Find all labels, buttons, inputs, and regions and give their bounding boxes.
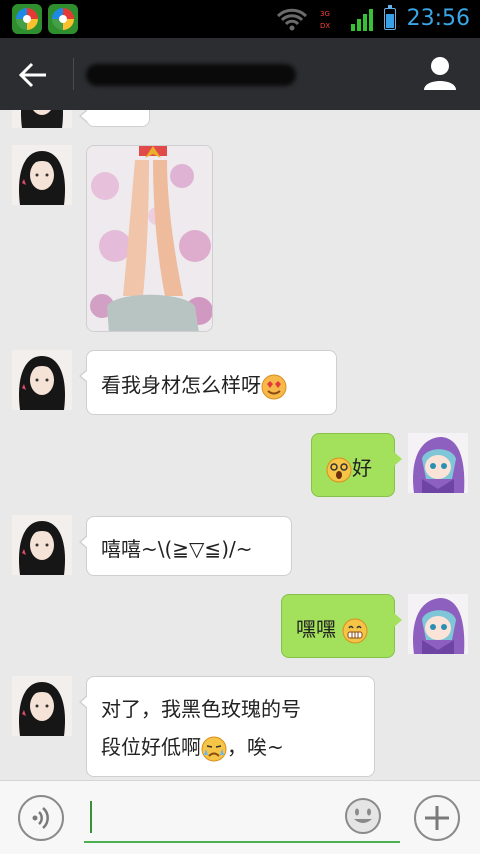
voice-icon xyxy=(32,807,49,829)
message-bubble[interactable]: 好 xyxy=(311,433,402,497)
voice-button[interactable] xyxy=(18,795,64,841)
dizzy-face-emoji-icon xyxy=(326,457,352,482)
message-bubble[interactable]: 看我身材怎么样呀 xyxy=(79,350,337,415)
app-store-icon xyxy=(48,4,78,34)
redacted-contact-name xyxy=(86,64,296,86)
my-avatar[interactable] xyxy=(408,594,468,654)
message-text-line2-start: 段位好低啊 xyxy=(101,735,201,759)
contact-avatar[interactable] xyxy=(12,145,72,205)
contact-avatar[interactable] xyxy=(12,676,72,736)
contact-avatar[interactable] xyxy=(12,515,72,575)
contact-avatar[interactable] xyxy=(12,350,72,410)
person-icon xyxy=(424,57,456,90)
message-text-line2-end: ，唉~ xyxy=(227,735,284,759)
message-text-line1: 对了，我黑色玫瑰的号 xyxy=(101,697,301,721)
text-caret xyxy=(90,801,92,833)
contact-avatar[interactable] xyxy=(12,110,72,128)
my-avatar[interactable] xyxy=(408,433,468,493)
network-type-label: DX xyxy=(320,22,331,30)
crying-emoji-icon xyxy=(201,736,227,761)
message-bubble[interactable]: 嘿嘿 xyxy=(281,594,402,658)
signal-icon xyxy=(351,9,373,31)
chat-header xyxy=(0,38,480,110)
message-bubble[interactable] xyxy=(79,110,150,127)
message-text: 嘻嘻~\(≧▽≦)/~ xyxy=(101,537,253,561)
smiley-icon xyxy=(345,798,381,834)
message-text: 看我身材怎么样呀 xyxy=(101,373,261,397)
plus-icon xyxy=(425,806,449,830)
more-options-button[interactable] xyxy=(414,795,460,841)
contact-profile-button[interactable] xyxy=(420,54,460,94)
network-type-label: 3G xyxy=(320,10,330,18)
wifi-icon xyxy=(276,8,308,31)
status-bar: 3G DX 23:56 xyxy=(0,0,480,38)
heart-eyes-emoji-icon xyxy=(261,374,287,399)
back-button[interactable] xyxy=(14,60,54,90)
shared-photo[interactable] xyxy=(86,145,213,332)
arrow-left-icon xyxy=(18,62,46,88)
battery-icon xyxy=(384,5,396,30)
message-text: 好 xyxy=(352,456,372,480)
message-bubble[interactable]: 对了，我黑色玫瑰的号 段位好低啊 ，唉~ xyxy=(79,676,375,777)
message-text: 嘿嘿 xyxy=(296,617,336,641)
emoji-button[interactable] xyxy=(344,797,382,835)
grin-emoji-icon xyxy=(342,618,368,643)
app-store-icon xyxy=(12,4,42,34)
input-bar xyxy=(0,780,480,854)
message-bubble[interactable]: 嘻嘻~\(≧▽≦)/~ xyxy=(79,516,292,576)
header-divider xyxy=(73,58,74,90)
chat-message-list[interactable]: 看我身材怎么样呀 好 嘻嘻~\(≧▽≦)/~ 嘿嘿 对了，我黑色玫瑰的号 段位好… xyxy=(0,110,480,780)
status-clock: 23:56 xyxy=(406,6,470,31)
